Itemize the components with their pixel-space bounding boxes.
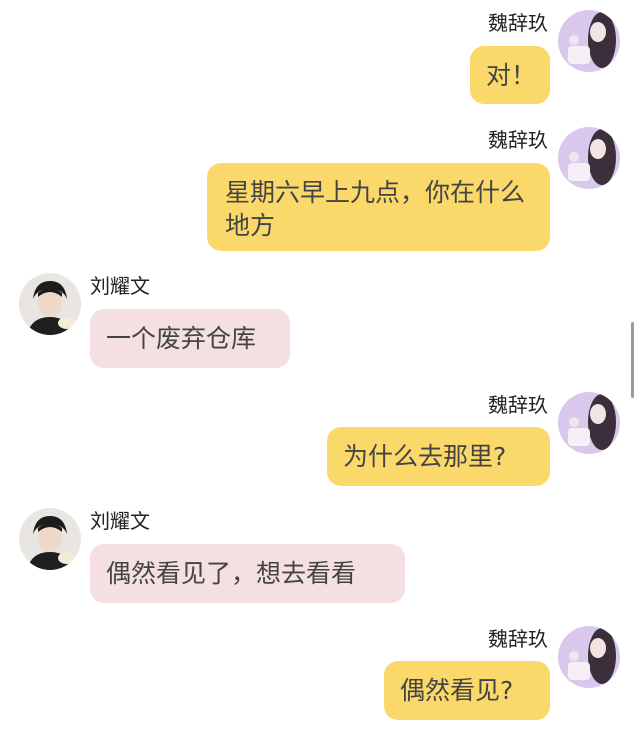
chat-message: 魏辞玖 为什么去那里?	[0, 392, 640, 492]
girl-avatar[interactable]	[558, 127, 620, 189]
chat-message: 魏辞玖 对！	[0, 10, 640, 110]
girl-avatar[interactable]	[558, 10, 620, 72]
sender-name: 魏辞玖	[488, 627, 548, 651]
message-bubble[interactable]: 一个废弃仓库	[90, 309, 290, 368]
boy-avatar[interactable]	[19, 508, 81, 570]
message-bubble[interactable]: 偶然看见?	[384, 661, 550, 720]
sender-name: 魏辞玖	[488, 128, 548, 152]
boy-avatar[interactable]	[19, 273, 81, 335]
message-bubble[interactable]: 为什么去那里?	[327, 427, 550, 486]
chat-message: 魏辞玖 星期六早上九点，你在什么地方	[0, 127, 640, 257]
message-bubble[interactable]: 对！	[470, 46, 550, 104]
message-bubble[interactable]: 偶然看见了，想去看看	[90, 544, 405, 603]
girl-avatar[interactable]	[558, 392, 620, 454]
scrollbar[interactable]	[631, 322, 634, 398]
chat-message: 刘耀文 一个废弃仓库	[0, 273, 640, 373]
sender-name: 魏辞玖	[488, 11, 548, 35]
sender-name: 刘耀文	[90, 509, 150, 533]
sender-name: 魏辞玖	[488, 393, 548, 417]
chat-message: 魏辞玖 偶然看见?	[0, 626, 640, 726]
message-bubble[interactable]: 星期六早上九点，你在什么地方	[207, 163, 550, 251]
girl-avatar[interactable]	[558, 626, 620, 688]
chat-message: 刘耀文 偶然看见了，想去看看	[0, 508, 640, 608]
sender-name: 刘耀文	[90, 274, 150, 298]
